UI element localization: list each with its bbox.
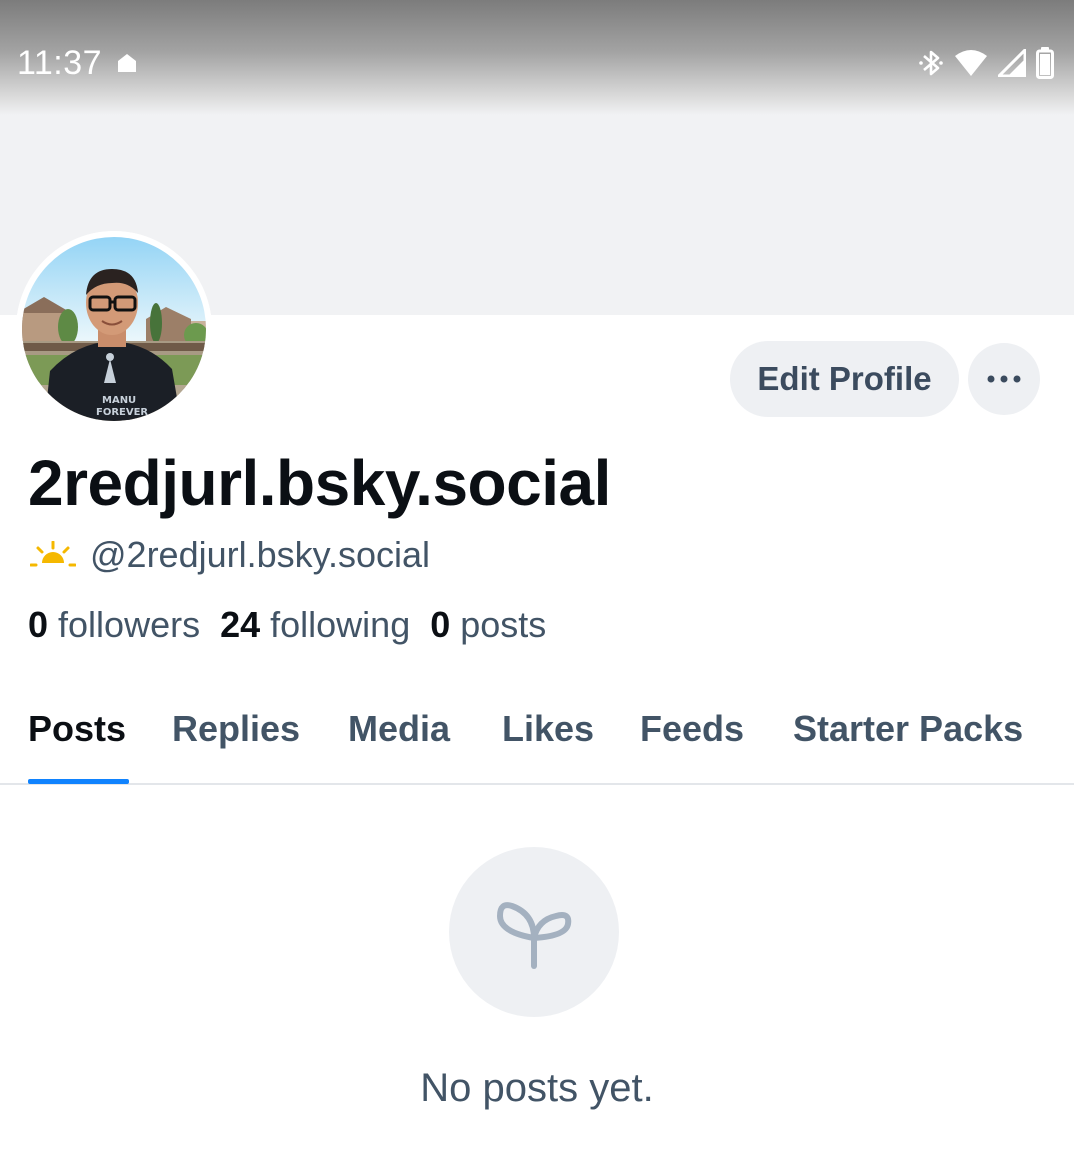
- posts-label: posts: [460, 604, 547, 645]
- battery-icon: [1036, 47, 1054, 79]
- tab-replies[interactable]: Replies: [172, 708, 300, 750]
- tab-starter-packs[interactable]: Starter Packs: [793, 708, 1023, 750]
- followers-label[interactable]: followers: [58, 604, 200, 646]
- status-bar: 11:37: [0, 0, 1074, 128]
- profile-tabs: Posts Replies Media Likes Feeds Starter …: [0, 680, 1074, 785]
- followers-count[interactable]: 0: [28, 604, 48, 646]
- tab-media[interactable]: Media: [348, 708, 450, 750]
- active-tab-indicator: [28, 779, 129, 784]
- profile-handle: @2redjurl.bsky.social: [90, 534, 430, 575]
- empty-state-icon-circle: [449, 847, 619, 1017]
- tab-posts[interactable]: Posts: [28, 708, 126, 750]
- edit-profile-button[interactable]: Edit Profile: [730, 341, 959, 417]
- posts-count: 0: [430, 604, 451, 645]
- sprout-icon: [497, 902, 572, 969]
- handle-row: @2redjurl.bsky.social: [30, 534, 430, 576]
- svg-text:MANU: MANU: [102, 395, 136, 406]
- tab-likes[interactable]: Likes: [502, 708, 594, 750]
- svg-text:FOREVER: FOREVER: [96, 407, 148, 418]
- status-time: 11:37: [17, 44, 103, 82]
- profile-screen: 11:37 MANU FOREVER Edit Profile 2redjurl…: [0, 0, 1074, 1171]
- home-icon: [118, 54, 136, 72]
- more-options-button[interactable]: [968, 343, 1040, 415]
- bluetooth-icon: [919, 50, 943, 76]
- sunrise-icon: [30, 541, 76, 567]
- following-count[interactable]: 24: [220, 604, 260, 646]
- empty-state-message: No posts yet.: [420, 1066, 654, 1110]
- cell-signal-icon: [998, 49, 1026, 77]
- ellipsis-icon: [987, 375, 1021, 383]
- following-label[interactable]: following: [270, 604, 410, 646]
- tab-feeds[interactable]: Feeds: [640, 708, 744, 750]
- avatar[interactable]: MANU FOREVER: [16, 231, 212, 427]
- wifi-icon: [955, 50, 987, 76]
- status-icons: [918, 46, 1054, 80]
- profile-stats: 0 followers 24 following 0 posts: [28, 604, 566, 646]
- profile-display-name: 2redjurl.bsky.social: [28, 447, 611, 519]
